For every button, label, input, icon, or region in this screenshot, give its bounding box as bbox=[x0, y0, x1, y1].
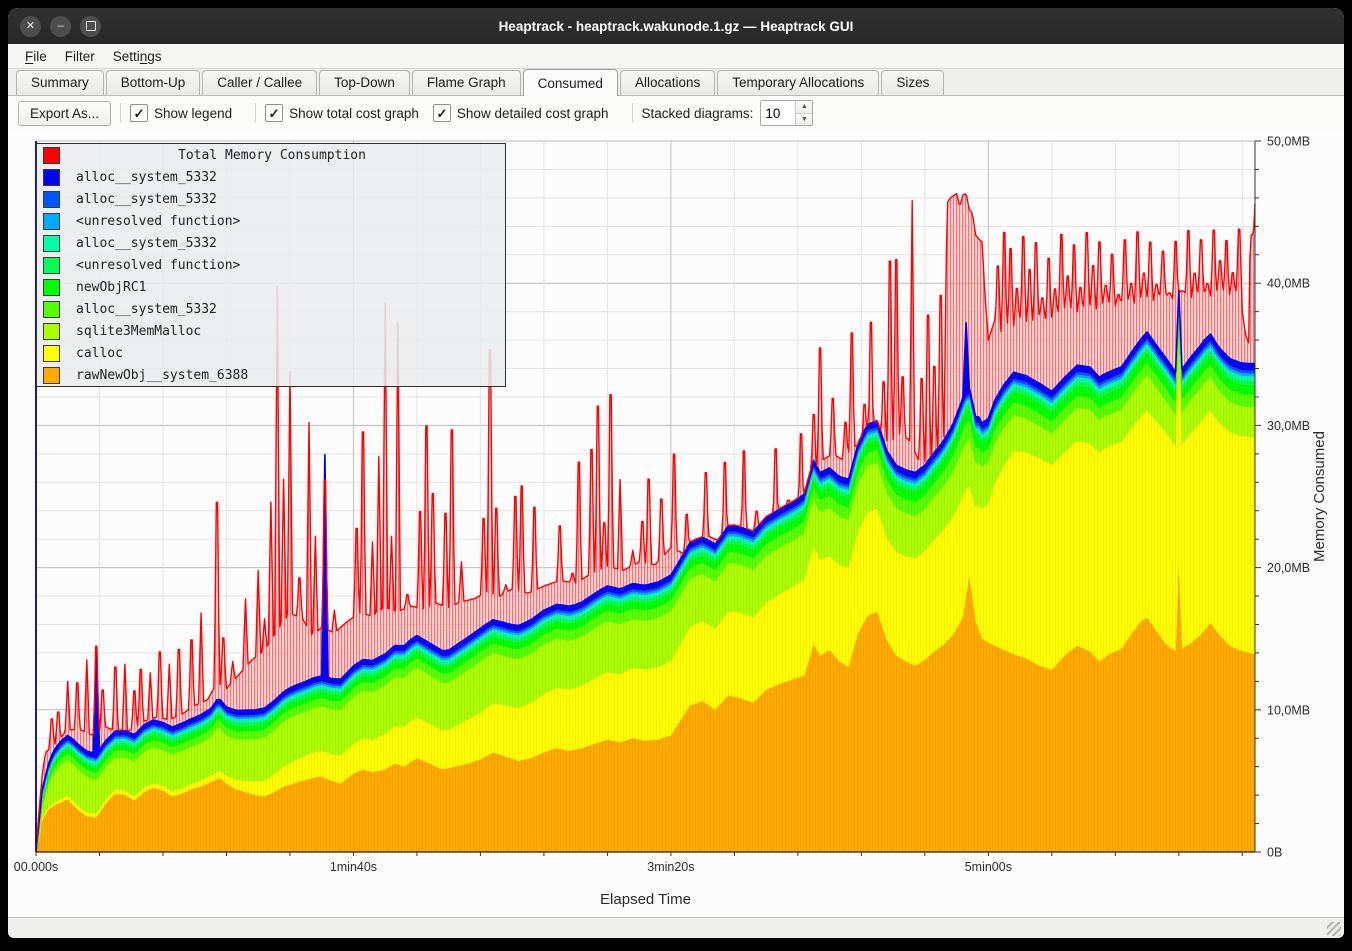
legend-row: alloc__system_5332 bbox=[37, 166, 505, 188]
legend-swatch-icon bbox=[43, 323, 60, 340]
legend-label: newObjRC1 bbox=[76, 280, 146, 295]
legend-row: alloc__system_5332 bbox=[37, 188, 505, 210]
legend-row: rawNewObj__system_6388 bbox=[37, 364, 505, 386]
svg-text:5min00s: 5min00s bbox=[965, 860, 1012, 874]
tab-bar: SummaryBottom-UpCaller / CalleeTop-DownF… bbox=[8, 68, 1344, 96]
svg-text:0B: 0B bbox=[1267, 846, 1282, 860]
menu-item-settings[interactable]: Settings bbox=[104, 46, 171, 67]
svg-text:1min40s: 1min40s bbox=[330, 860, 377, 874]
legend-label: alloc__system_5332 bbox=[76, 192, 217, 207]
menu-label: gs bbox=[147, 49, 161, 64]
stacked-diagrams-input[interactable] bbox=[761, 101, 795, 125]
consumed-chart-panel: 00.000s 1min40s 3min20s 5min00s 0B 10,0MB 20,0… bbox=[8, 130, 1344, 917]
legend-swatch-icon bbox=[43, 367, 60, 384]
legend-swatch-icon bbox=[43, 169, 60, 186]
tab-flame-graph[interactable]: Flame Graph bbox=[412, 70, 521, 95]
legend-row: newObjRC1 bbox=[37, 276, 505, 298]
chevron-down-icon: ▼ bbox=[801, 116, 808, 123]
legend-row: calloc bbox=[37, 342, 505, 364]
legend-swatch-icon bbox=[43, 213, 60, 230]
svg-text:Elapsed Time: Elapsed Time bbox=[600, 891, 691, 908]
tab-caller-callee[interactable]: Caller / Callee bbox=[202, 70, 317, 95]
menu-label: F bbox=[25, 49, 33, 64]
toolbar-separator bbox=[632, 103, 633, 123]
menu-label: Filter bbox=[65, 49, 95, 64]
show-legend-label: Show legend bbox=[154, 106, 232, 121]
show-detailed-cost-label: Show detailed cost graph bbox=[457, 106, 609, 121]
toolbar-separator bbox=[120, 103, 121, 123]
legend-label: <unresolved function> bbox=[76, 258, 240, 273]
legend-label: sqlite3MemMalloc bbox=[76, 324, 201, 339]
legend-label: alloc__system_5332 bbox=[76, 236, 217, 251]
tab-bottom-up[interactable]: Bottom-Up bbox=[106, 70, 201, 95]
spin-up-button[interactable]: ▲ bbox=[796, 101, 812, 114]
legend-label: rawNewObj__system_6388 bbox=[76, 368, 248, 383]
tab-temporary-allocations[interactable]: Temporary Allocations bbox=[717, 70, 879, 95]
stacked-diagrams-spinbox[interactable]: ▲ ▼ bbox=[760, 100, 813, 126]
menu-label: ile bbox=[33, 49, 47, 64]
svg-text:Memory Consumed: Memory Consumed bbox=[1311, 431, 1328, 562]
legend-label: alloc__system_5332 bbox=[76, 302, 217, 317]
tab-top-down[interactable]: Top-Down bbox=[319, 70, 410, 95]
show-total-cost-label: Show total cost graph bbox=[289, 106, 419, 121]
svg-text:20,0MB: 20,0MB bbox=[1267, 561, 1310, 575]
legend-swatch-icon bbox=[43, 345, 60, 362]
stacked-diagrams-label: Stacked diagrams: bbox=[642, 106, 754, 121]
menu-item-filter[interactable]: Filter bbox=[56, 46, 104, 67]
checkmark-icon: ✓ bbox=[433, 104, 451, 122]
export-as-button[interactable]: Export As... bbox=[18, 101, 111, 126]
window-title: Heaptrack - heaptrack.wakunode.1.gz — He… bbox=[8, 19, 1344, 34]
toolbar: Export As... ✓ Show legend ✓ Show total … bbox=[8, 96, 1344, 130]
legend-swatch-icon bbox=[43, 301, 60, 318]
checkmark-icon: ✓ bbox=[265, 104, 283, 122]
show-legend-checkbox[interactable]: ✓ Show legend bbox=[130, 104, 232, 122]
legend-swatch-icon bbox=[43, 235, 60, 252]
legend-row: alloc__system_5332 bbox=[37, 232, 505, 254]
menu-label: Setti bbox=[113, 49, 140, 64]
menu-bar: File Filter Settings bbox=[8, 44, 1344, 68]
chart-legend: Total Memory Consumption alloc__system_53… bbox=[36, 143, 506, 387]
toolbar-separator bbox=[255, 103, 256, 123]
checkmark-icon: ✓ bbox=[130, 104, 148, 122]
legend-swatch-icon bbox=[43, 147, 60, 164]
legend-label: <unresolved function> bbox=[76, 214, 240, 229]
title-bar[interactable]: ✕ – Heaptrack - heaptrack.wakunode.1.gz … bbox=[8, 8, 1344, 44]
show-detailed-cost-checkbox[interactable]: ✓ Show detailed cost graph bbox=[433, 104, 609, 122]
svg-text:50,0MB: 50,0MB bbox=[1267, 135, 1310, 149]
legend-label: alloc__system_5332 bbox=[76, 170, 217, 185]
svg-text:10,0MB: 10,0MB bbox=[1267, 703, 1310, 717]
svg-text:30,0MB: 30,0MB bbox=[1267, 419, 1310, 433]
tab-sizes[interactable]: Sizes bbox=[881, 70, 944, 95]
legend-label: Total Memory Consumption bbox=[60, 148, 484, 163]
legend-label: calloc bbox=[76, 346, 123, 361]
spin-down-button[interactable]: ▼ bbox=[796, 114, 812, 126]
svg-text:00.000s: 00.000s bbox=[14, 860, 58, 874]
svg-text:3min20s: 3min20s bbox=[647, 860, 694, 874]
tab-consumed[interactable]: Consumed bbox=[523, 69, 618, 96]
resize-grip-icon[interactable] bbox=[1327, 922, 1341, 936]
legend-swatch-icon bbox=[43, 257, 60, 274]
chevron-up-icon: ▲ bbox=[801, 103, 808, 110]
legend-row: <unresolved function> bbox=[37, 210, 505, 232]
legend-row: <unresolved function> bbox=[37, 254, 505, 276]
tab-summary[interactable]: Summary bbox=[16, 70, 104, 95]
heaptrack-window: ✕ – Heaptrack - heaptrack.wakunode.1.gz … bbox=[8, 8, 1344, 938]
legend-row: alloc__system_5332 bbox=[37, 298, 505, 320]
menu-item-file[interactable]: File bbox=[16, 46, 56, 67]
legend-swatch-icon bbox=[43, 191, 60, 208]
tab-allocations[interactable]: Allocations bbox=[620, 70, 715, 95]
svg-text:40,0MB: 40,0MB bbox=[1267, 277, 1310, 291]
show-total-cost-checkbox[interactable]: ✓ Show total cost graph bbox=[265, 104, 419, 122]
legend-title-row: Total Memory Consumption bbox=[37, 144, 505, 166]
status-bar bbox=[8, 917, 1344, 938]
legend-swatch-icon bbox=[43, 279, 60, 296]
legend-row: sqlite3MemMalloc bbox=[37, 320, 505, 342]
